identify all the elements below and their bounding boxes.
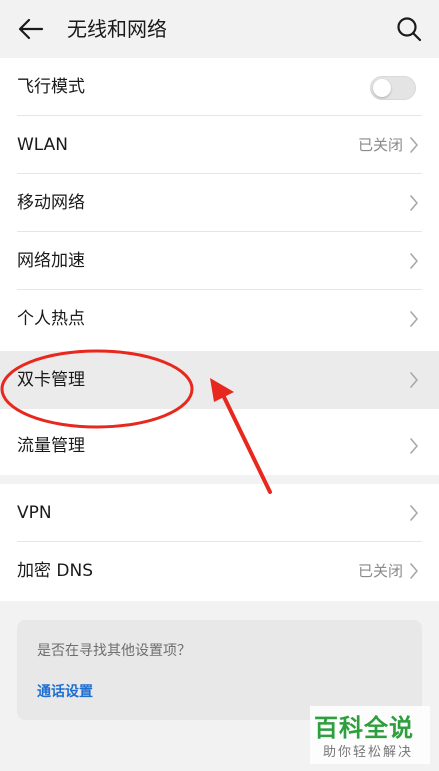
- row-airplane-mode[interactable]: 飞行模式: [0, 58, 439, 116]
- row-label: 网络加速: [17, 251, 85, 271]
- chevron-right-icon: [410, 438, 418, 454]
- app-header: 无线和网络: [0, 0, 439, 58]
- watermark-logo: 百科全说 助你轻松解决: [310, 706, 430, 764]
- search-button[interactable]: [394, 14, 424, 44]
- chevron-right-icon: [410, 137, 418, 153]
- search-icon: [397, 17, 422, 42]
- settings-group-main: 飞行模式 WLAN 已关闭 移动网络 网络加速 个人热点 双卡管理 流量管理: [0, 58, 439, 475]
- row-vpn[interactable]: VPN: [0, 484, 439, 542]
- row-encrypted-dns[interactable]: 加密 DNS 已关闭: [0, 542, 439, 600]
- airplane-mode-toggle[interactable]: [370, 76, 416, 100]
- row-mobile-network[interactable]: 移动网络: [0, 174, 439, 232]
- toggle-knob: [373, 79, 391, 97]
- row-personal-hotspot[interactable]: 个人热点: [0, 290, 439, 348]
- watermark-sub: 助你轻松解决: [323, 745, 414, 760]
- page-title: 无线和网络: [67, 17, 167, 41]
- row-label: 飞行模式: [17, 77, 85, 97]
- row-label: 个人热点: [17, 309, 85, 329]
- row-label: WLAN: [17, 135, 69, 155]
- back-button[interactable]: [16, 14, 46, 44]
- arrow-left-icon: [18, 18, 44, 40]
- chevron-right-icon: [410, 311, 418, 327]
- row-label: 流量管理: [17, 436, 85, 456]
- suggestion-card: 是否在寻找其他设置项？ 通话设置: [17, 620, 422, 720]
- chevron-right-icon: [410, 372, 418, 388]
- chevron-right-icon: [410, 195, 418, 211]
- row-label: 双卡管理: [17, 370, 85, 390]
- row-label: 加密 DNS: [17, 561, 94, 581]
- wlan-status: 已关闭: [357, 136, 403, 154]
- row-network-acceleration[interactable]: 网络加速: [0, 232, 439, 290]
- row-label: VPN: [17, 503, 52, 523]
- row-data-usage[interactable]: 流量管理: [0, 417, 439, 475]
- dns-status: 已关闭: [357, 562, 403, 580]
- settings-group-vpn-dns: VPN 加密 DNS 已关闭: [0, 484, 439, 601]
- chevron-right-icon: [410, 505, 418, 521]
- chevron-right-icon: [410, 253, 418, 269]
- call-settings-link[interactable]: 通话设置: [37, 681, 93, 701]
- row-label: 移动网络: [17, 193, 85, 213]
- chevron-right-icon: [410, 563, 418, 579]
- watermark-main: 百科全说: [314, 714, 414, 742]
- row-dual-sim-management[interactable]: 双卡管理: [0, 351, 439, 409]
- suggestion-question: 是否在寻找其他设置项？: [37, 643, 191, 659]
- row-wlan[interactable]: WLAN 已关闭: [0, 116, 439, 174]
